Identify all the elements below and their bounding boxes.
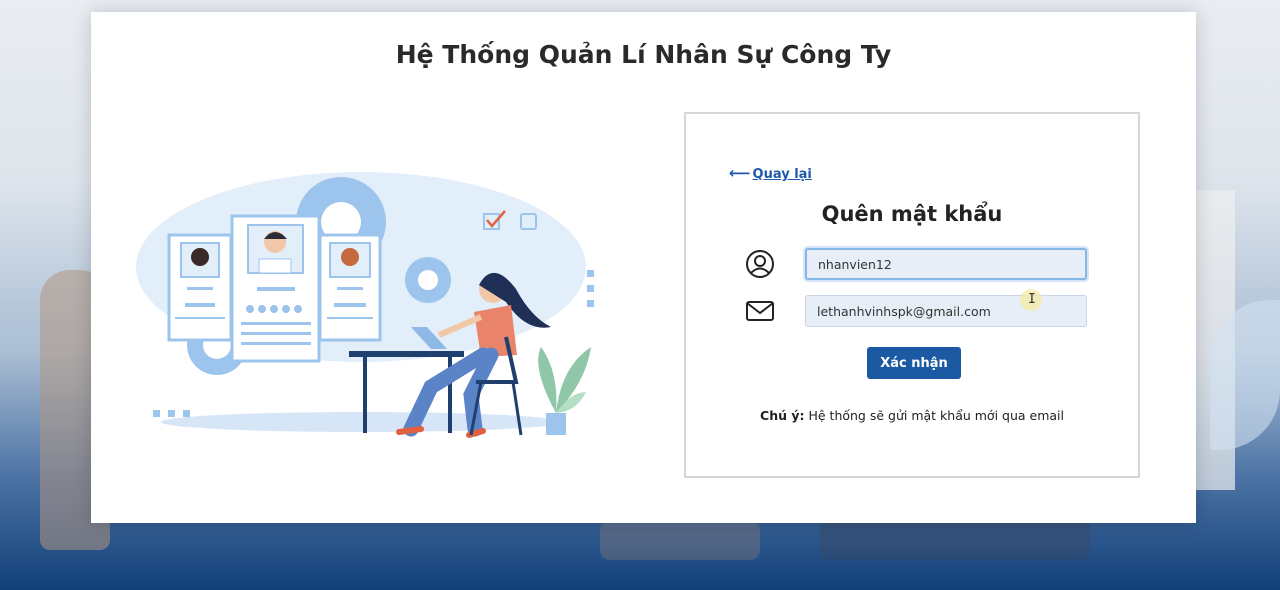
confirm-button[interactable]: Xác nhận [867, 347, 961, 379]
text-cursor-icon: I [1028, 292, 1036, 307]
envelope-icon [746, 301, 774, 321]
main-card: Hệ Thống Quản Lí Nhân Sự Công Ty ⟵ Quay … [91, 12, 1196, 523]
background-figure-bottom [600, 520, 760, 560]
user-circle-icon [746, 250, 774, 278]
note-text: Chú ý: Hệ thống sẽ gửi mật khẩu mới qua … [686, 408, 1138, 423]
note-message: Hệ thống sẽ gửi mật khẩu mới qua email [804, 408, 1064, 423]
username-input[interactable] [805, 248, 1087, 280]
forgot-password-panel: ⟵Quay lại Quên mật khẩu I Xác nhận Chú ý… [684, 112, 1140, 478]
back-arrow-icon: ⟵ [729, 164, 751, 182]
email-input[interactable] [805, 295, 1087, 327]
hr-illustration [136, 172, 594, 438]
note-label: Chú ý: [760, 408, 805, 423]
back-link-label: Quay lại [752, 167, 812, 182]
background-figures-bottom-right [820, 520, 1090, 560]
app-title: Hệ Thống Quản Lí Nhân Sự Công Ty [395, 40, 892, 69]
back-link[interactable]: ⟵ Quay lại [729, 164, 812, 182]
form-title: Quên mật khẩu [821, 202, 1003, 226]
